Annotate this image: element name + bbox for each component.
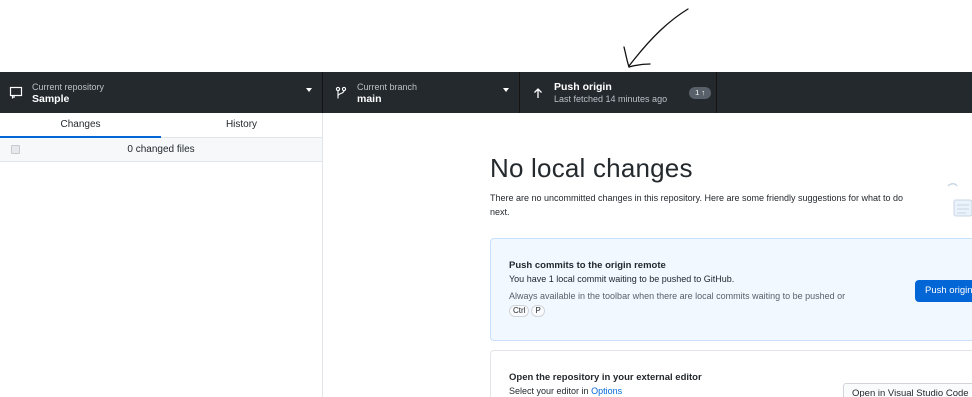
commits-ahead-badge: 1 ↑ xyxy=(689,86,712,99)
main-panel: No local changes There are no uncommitte… xyxy=(324,113,972,397)
push-card-description: You have 1 local commit waiting to be pu… xyxy=(509,274,735,284)
annotation-arrow xyxy=(623,8,689,68)
repo-icon xyxy=(8,85,24,101)
push-origin-button[interactable]: Push origin Last fetched 14 minutes ago … xyxy=(520,72,717,113)
tab-history[interactable]: History xyxy=(161,113,322,137)
current-branch-label: Current branch xyxy=(357,81,418,92)
select-all-checkbox[interactable] xyxy=(11,145,20,154)
sidebar: Changes History 0 changed files xyxy=(0,113,323,397)
shortcut-key-p: P xyxy=(531,305,545,317)
page-title: No local changes xyxy=(490,153,693,183)
chevron-down-icon xyxy=(503,88,509,92)
open-in-editor-button[interactable]: Open in Visual Studio Code xyxy=(843,383,972,397)
editor-card-description-text: Select your editor in xyxy=(509,386,589,396)
push-origin-label: Push origin xyxy=(554,80,612,93)
changed-files-count: 0 changed files xyxy=(127,144,195,155)
current-branch-value: main xyxy=(357,92,382,105)
last-fetched-label: Last fetched 14 minutes ago xyxy=(554,93,668,104)
push-origin-card-button[interactable]: Push origin xyxy=(915,280,972,302)
sidebar-tabs: Changes History xyxy=(0,113,322,138)
shortcut-key-ctrl: Ctrl xyxy=(509,305,530,317)
changes-header: 0 changed files xyxy=(0,138,322,162)
tab-changes[interactable]: Changes xyxy=(0,113,161,138)
push-card-hint-text: Always available in the toolbar when the… xyxy=(509,291,846,301)
open-editor-card: Open the repository in your external edi… xyxy=(490,350,972,397)
chevron-down-icon xyxy=(306,88,312,92)
options-link[interactable]: Options xyxy=(591,386,622,396)
toolbar: Current repository Sample Current branch… xyxy=(0,72,972,113)
current-repository-value: Sample xyxy=(32,92,70,105)
illustration-icon xyxy=(947,183,972,217)
current-branch-button[interactable]: Current branch main xyxy=(323,72,520,113)
push-card-title: Push commits to the origin remote xyxy=(509,260,666,271)
push-card-hint: Always available in the toolbar when the… xyxy=(509,289,909,317)
branch-icon xyxy=(333,85,349,101)
arrow-up-icon xyxy=(530,85,546,101)
push-commits-card: Push commits to the origin remote You ha… xyxy=(490,238,972,341)
current-repository-label: Current repository xyxy=(32,81,105,92)
current-repository-button[interactable]: Current repository Sample xyxy=(0,72,323,113)
intro-text: There are no uncommitted changes in this… xyxy=(490,193,904,217)
